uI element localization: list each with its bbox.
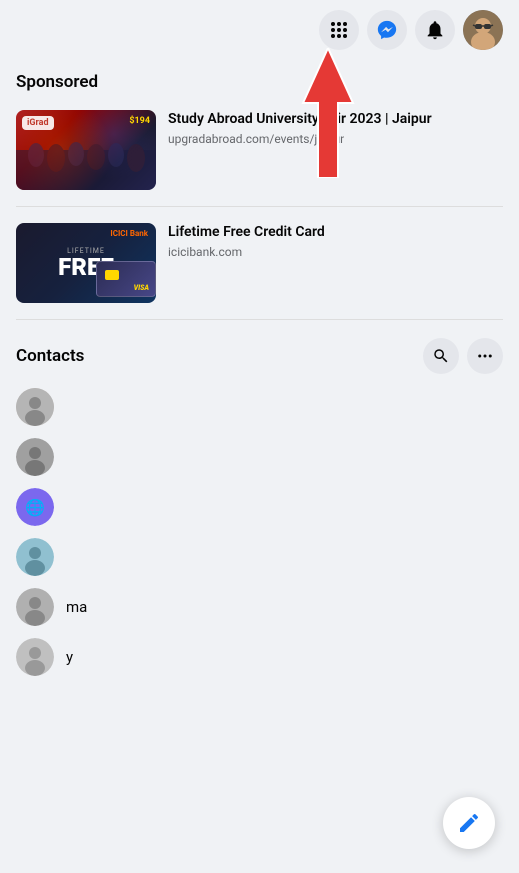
search-contacts-button[interactable] (423, 338, 459, 374)
contact-avatar-4 (16, 538, 54, 576)
ad1-title: Study Abroad University Fair 2023 | Jaip… (168, 110, 503, 128)
avatar-1-image (16, 388, 54, 426)
contact-avatar-1 (16, 388, 54, 426)
new-message-fab[interactable] (443, 797, 495, 849)
ad2-url: icicibank.com (168, 245, 503, 259)
contact-item[interactable]: 🌐 (12, 482, 507, 532)
main-content: Sponsored iGrad $194 Study Abroad Univer… (0, 60, 519, 682)
avatar-4-image (16, 538, 54, 576)
ad2-logo: ICICI Bank (110, 229, 148, 238)
menu-button[interactable] (319, 10, 359, 50)
divider-2 (16, 319, 503, 320)
contacts-title: Contacts (16, 346, 84, 366)
divider-1 (16, 206, 503, 207)
ad1-url: upgradabroad.com/events/jaipur (168, 132, 503, 146)
notifications-button[interactable] (415, 10, 455, 50)
avatar-image (463, 10, 503, 50)
contact-avatar-2 (16, 438, 54, 476)
more-contacts-button[interactable] (467, 338, 503, 374)
contact-item[interactable]: y (12, 632, 507, 682)
contact-item[interactable] (12, 532, 507, 582)
contacts-actions (423, 338, 503, 374)
avatar-2-image (16, 438, 54, 476)
svg-text:🌐: 🌐 (25, 498, 45, 517)
contact-item[interactable]: ma (12, 582, 507, 632)
sponsored-label: Sponsored (12, 60, 507, 102)
contact-name-6: y (66, 648, 73, 666)
ad-study-abroad[interactable]: iGrad $194 Study Abroad University Fair … (12, 102, 507, 198)
contact-avatar-6 (16, 638, 54, 676)
avatar-3-image: 🌐 (16, 488, 54, 526)
ad-icici[interactable]: ICICI Bank LIFETIME FREE VISA Lifetime F… (12, 215, 507, 311)
ad2-title: Lifetime Free Credit Card (168, 223, 503, 241)
messenger-button[interactable] (367, 10, 407, 50)
ad2-thumbnail: ICICI Bank LIFETIME FREE VISA (16, 223, 156, 303)
ad2-chip (105, 270, 119, 280)
avatar-5-image (16, 588, 54, 626)
contact-item[interactable] (12, 432, 507, 482)
contact-avatar-3: 🌐 (16, 488, 54, 526)
user-avatar[interactable] (463, 10, 503, 50)
avatar-6-image (16, 638, 54, 676)
contact-name-5: ma (66, 598, 87, 616)
contacts-header: Contacts (12, 328, 507, 382)
contact-item[interactable] (12, 382, 507, 432)
ad2-card-visual: VISA (96, 261, 156, 297)
ad2-visa: VISA (134, 284, 149, 292)
contact-avatar-5 (16, 588, 54, 626)
ad1-thumbnail: iGrad $194 (16, 110, 156, 190)
ad1-info: Study Abroad University Fair 2023 | Jaip… (168, 110, 503, 146)
header (0, 0, 519, 60)
ad2-info: Lifetime Free Credit Card icicibank.com (168, 223, 503, 259)
